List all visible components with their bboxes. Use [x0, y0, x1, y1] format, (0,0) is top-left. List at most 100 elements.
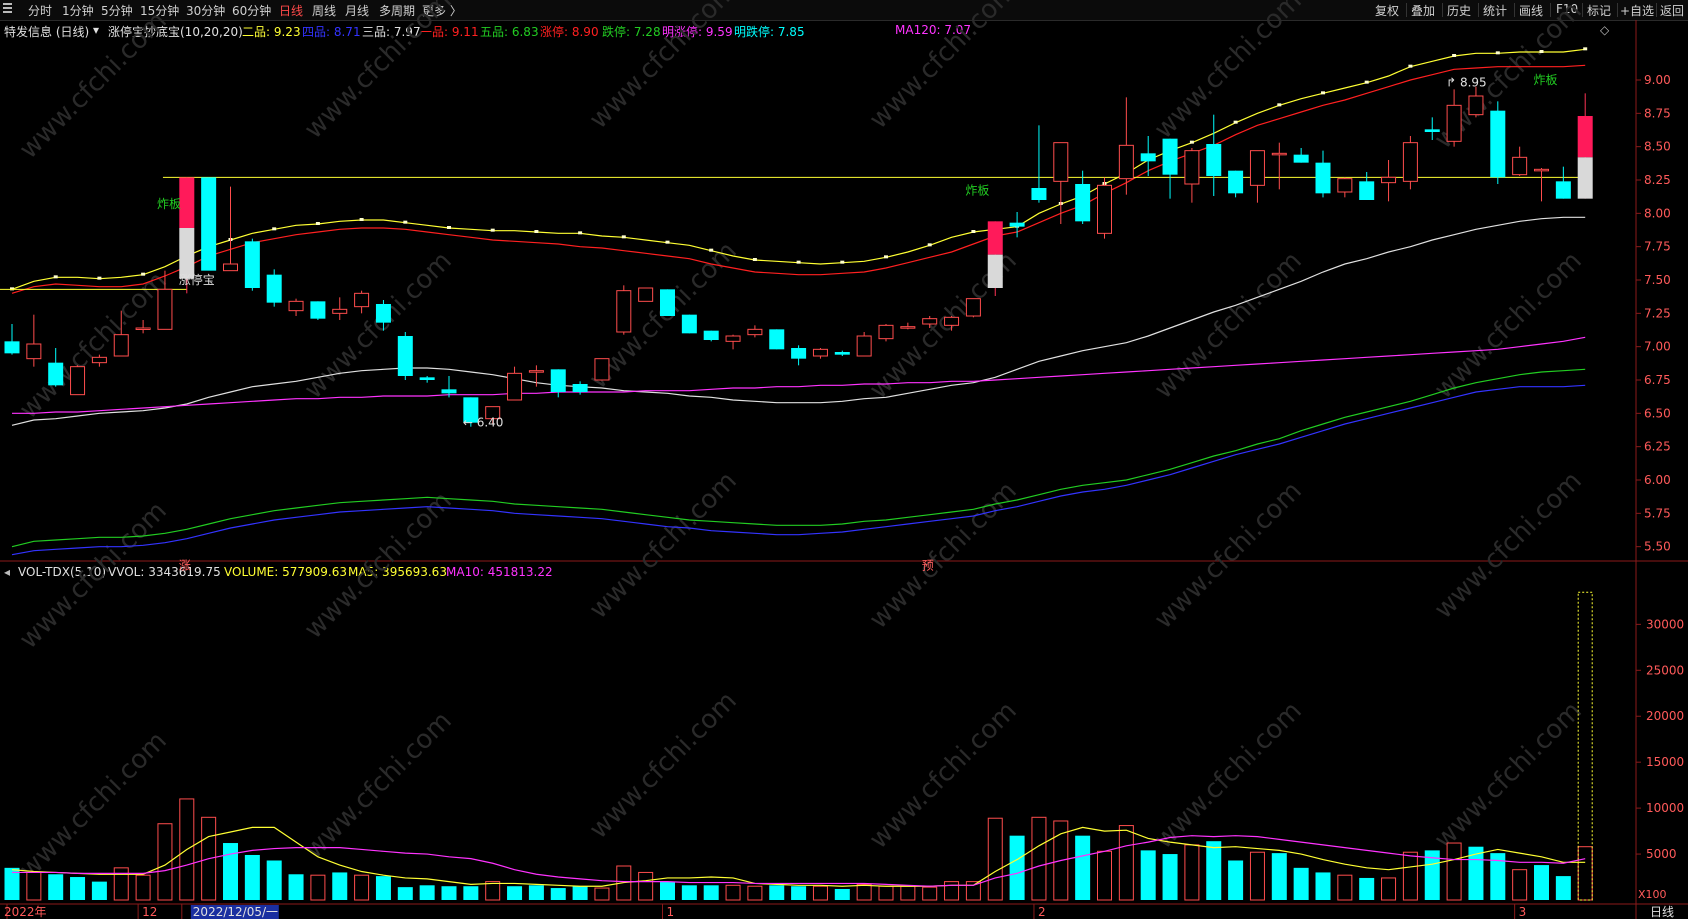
- candle-body-down: [375, 304, 391, 323]
- chart-annotation: 涨停宝: [179, 272, 215, 287]
- series-dot: [53, 275, 58, 279]
- volume-bar-down: [397, 887, 413, 900]
- chart-annotation: 炸板: [157, 197, 181, 211]
- volume-bar-down: [507, 886, 523, 900]
- volume-bar-down: [1140, 850, 1156, 900]
- chart-annotation: 涨: [179, 557, 191, 572]
- series-line-五品: [11, 368, 1586, 548]
- series-dot: [141, 272, 146, 276]
- candle-body-down: [1490, 110, 1506, 178]
- series-dot: [272, 227, 277, 231]
- candle-body-up: [157, 288, 173, 330]
- volume-bar-up: [26, 871, 42, 901]
- series-dot: [534, 230, 539, 233]
- candle-body-up: [113, 334, 129, 357]
- limit-candle-top: [1577, 116, 1593, 158]
- candle-body-up: [223, 263, 238, 272]
- candle-body-up: [812, 348, 828, 357]
- watermark-text: www.cfchi.com: [1429, 246, 1588, 405]
- series-dot: [1583, 47, 1588, 51]
- candle-body-up: [70, 366, 86, 396]
- limit-candle-bottom: [179, 228, 195, 279]
- series-dot: [403, 220, 408, 224]
- volume-bar-up: [1184, 844, 1200, 901]
- volume-bar-down: [703, 885, 719, 900]
- volume-bar-up: [878, 885, 894, 901]
- volume-tick-label: 25000: [1646, 663, 1684, 677]
- candle-body-down: [1359, 181, 1375, 200]
- candle-body-down: [769, 329, 785, 350]
- price-tick-label: 7.75: [1644, 240, 1671, 254]
- price-tick-label: 7.50: [1644, 273, 1671, 287]
- candle-body-up: [1534, 168, 1549, 172]
- volume-bar-down: [244, 854, 260, 900]
- volume-bar-down: [1359, 877, 1375, 900]
- volume-bar-up: [856, 883, 872, 901]
- candle-body-up: [616, 290, 632, 333]
- candle-body-down: [1228, 170, 1244, 194]
- price-tick-label: 5.75: [1644, 506, 1671, 520]
- series-dot: [796, 260, 801, 264]
- watermark-text: www.cfchi.com: [1149, 0, 1308, 145]
- period-label: 日线: [1650, 905, 1674, 919]
- watermark-text: www.cfchi.com: [1149, 476, 1308, 635]
- kline-chart[interactable]: www.cfchi.com www.cfchi.com www.cfchi.com w…: [0, 0, 1688, 919]
- volume-bar-down: [223, 843, 238, 900]
- chart-annotation: 炸板: [965, 184, 989, 198]
- candle-body-down: [1140, 153, 1156, 162]
- price-tick-label: 7.00: [1644, 340, 1671, 354]
- candle-body-up: [1184, 150, 1200, 185]
- candle-body-up: [1337, 178, 1353, 193]
- volume-bar-down: [441, 886, 457, 900]
- volume-bar-up: [900, 885, 916, 901]
- volume-bar-down: [375, 876, 391, 900]
- volume-bar-up: [594, 887, 610, 901]
- candle-body-down: [1424, 129, 1440, 132]
- candle-body-up: [1053, 142, 1069, 182]
- chart-annotation: ← 6.40: [463, 416, 504, 430]
- candle-body-down: [48, 362, 64, 386]
- volume-bar-up: [1337, 874, 1353, 901]
- volume-bar-up: [1031, 816, 1047, 901]
- price-tick-label: 9.00: [1644, 73, 1671, 87]
- series-dot: [1233, 120, 1238, 124]
- chart-annotation: 预: [922, 558, 934, 572]
- volume-tick-label: 5000: [1646, 847, 1677, 861]
- volume-bar-up: [725, 884, 741, 901]
- price-tick-label: 8.00: [1644, 206, 1671, 220]
- series-dot: [621, 235, 626, 239]
- series-dot: [884, 255, 888, 259]
- watermark-text: www.cfchi.com: [14, 496, 173, 655]
- series-dot: [1452, 54, 1457, 57]
- candle-body-up: [900, 326, 916, 329]
- volume-bar-down: [1468, 846, 1484, 900]
- price-tick-label: 8.50: [1644, 140, 1671, 154]
- candle-body-up: [944, 316, 960, 326]
- volume-bar-up: [1249, 851, 1265, 901]
- watermark-text: www.cfchi.com: [584, 466, 743, 625]
- volume-bar-up: [987, 817, 1003, 901]
- series-dot: [1364, 80, 1369, 84]
- volume-bar-down: [1271, 853, 1287, 900]
- watermark-text: www.cfchi.com: [299, 0, 458, 145]
- candle-body-up: [965, 298, 981, 317]
- candle-body-down: [550, 369, 566, 392]
- candle-body-down: [244, 241, 260, 288]
- volume-bar-down: [70, 877, 86, 900]
- candle-body-down: [834, 352, 850, 355]
- candle-body-down: [419, 377, 435, 380]
- volume-bar-down: [1075, 835, 1091, 900]
- candle-body-down: [310, 301, 326, 319]
- volume-bar-down: [1293, 867, 1309, 900]
- volume-bar-up: [922, 886, 938, 901]
- volume-bar-down: [572, 886, 588, 900]
- chart-annotation: ↱ 8.95: [1446, 76, 1487, 90]
- volume-bar-down: [288, 874, 304, 900]
- candle-body-down: [1075, 184, 1091, 222]
- volume-bar-down: [1206, 841, 1222, 900]
- candle-body-up: [288, 300, 304, 312]
- candle-body-down: [791, 348, 807, 359]
- volume-bar-up: [1577, 846, 1593, 901]
- candle-body-up: [1381, 176, 1397, 184]
- candle-body-up: [725, 335, 741, 342]
